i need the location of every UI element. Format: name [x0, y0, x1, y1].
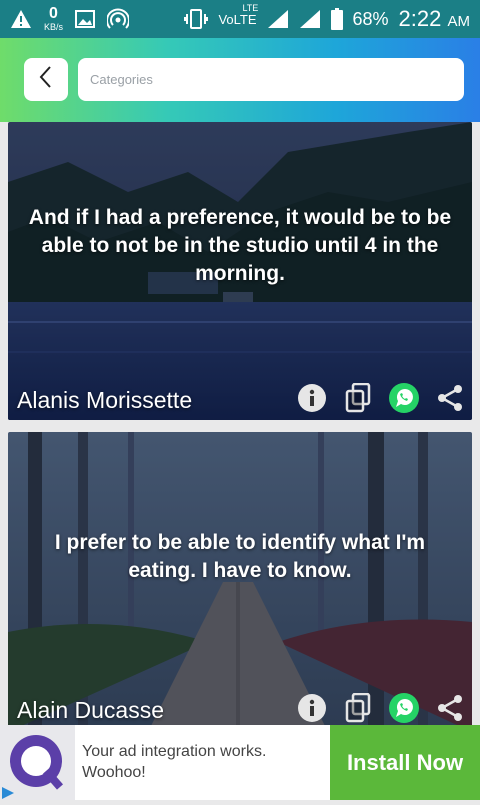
- quote-author: Alanis Morissette: [17, 387, 193, 413]
- image-icon: [75, 10, 96, 28]
- copy-icon: [345, 383, 371, 413]
- chevron-left-icon: [38, 65, 54, 94]
- net-speed: 0 KB/s: [44, 5, 64, 33]
- status-bar: 0 KB/s VoLTE LTE 68% 2:22 AM: [0, 0, 480, 38]
- quote-card[interactable]: I prefer to be able to identify what I'm…: [8, 432, 472, 732]
- quote-actions: [296, 382, 466, 414]
- battery-percent: 68%: [352, 8, 389, 29]
- copy-button[interactable]: [342, 382, 374, 414]
- copy-icon: [345, 693, 371, 723]
- whatsapp-icon: [389, 383, 419, 413]
- ad-banner[interactable]: Your ad integration works. Woohoo! Insta…: [0, 725, 480, 800]
- ad-text: Your ad integration works. Woohoo!: [82, 743, 267, 781]
- quote-text: I prefer to be able to identify what I'm…: [54, 531, 426, 582]
- share-icon: [438, 385, 462, 411]
- whatsapp-button[interactable]: [388, 382, 420, 414]
- share-icon: [438, 695, 462, 721]
- whatsapp-icon: [389, 693, 419, 723]
- info-icon: [298, 694, 326, 722]
- quote-text: And if I had a preference, it would be t…: [28, 206, 452, 285]
- quote-author: Alain Ducasse: [17, 697, 165, 723]
- quote-card[interactable]: And if I had a preference, it would be t…: [8, 122, 472, 420]
- ad-logo-icon: [0, 725, 75, 800]
- header: Categories: [0, 38, 480, 122]
- back-button[interactable]: [24, 58, 68, 101]
- signal-icon: [267, 9, 289, 29]
- info-button[interactable]: [296, 692, 328, 724]
- info-button[interactable]: [296, 382, 328, 414]
- battery-icon: [330, 8, 343, 30]
- whatsapp-button[interactable]: [388, 692, 420, 724]
- share-button[interactable]: [434, 382, 466, 414]
- search-input[interactable]: Categories: [78, 58, 464, 101]
- quote-actions: [296, 692, 466, 724]
- search-placeholder: Categories: [90, 72, 153, 87]
- vibrate-icon: [184, 9, 209, 29]
- clock: 2:22 AM: [398, 6, 470, 31]
- signal-icon: [299, 9, 321, 29]
- install-now-button[interactable]: Install Now: [330, 725, 480, 800]
- alert-icon: [10, 9, 32, 29]
- hotspot-icon: [107, 8, 130, 30]
- info-icon: [298, 384, 326, 412]
- volte-label: VoLTE LTE: [218, 2, 259, 27]
- copy-button[interactable]: [342, 692, 374, 724]
- share-button[interactable]: [434, 692, 466, 724]
